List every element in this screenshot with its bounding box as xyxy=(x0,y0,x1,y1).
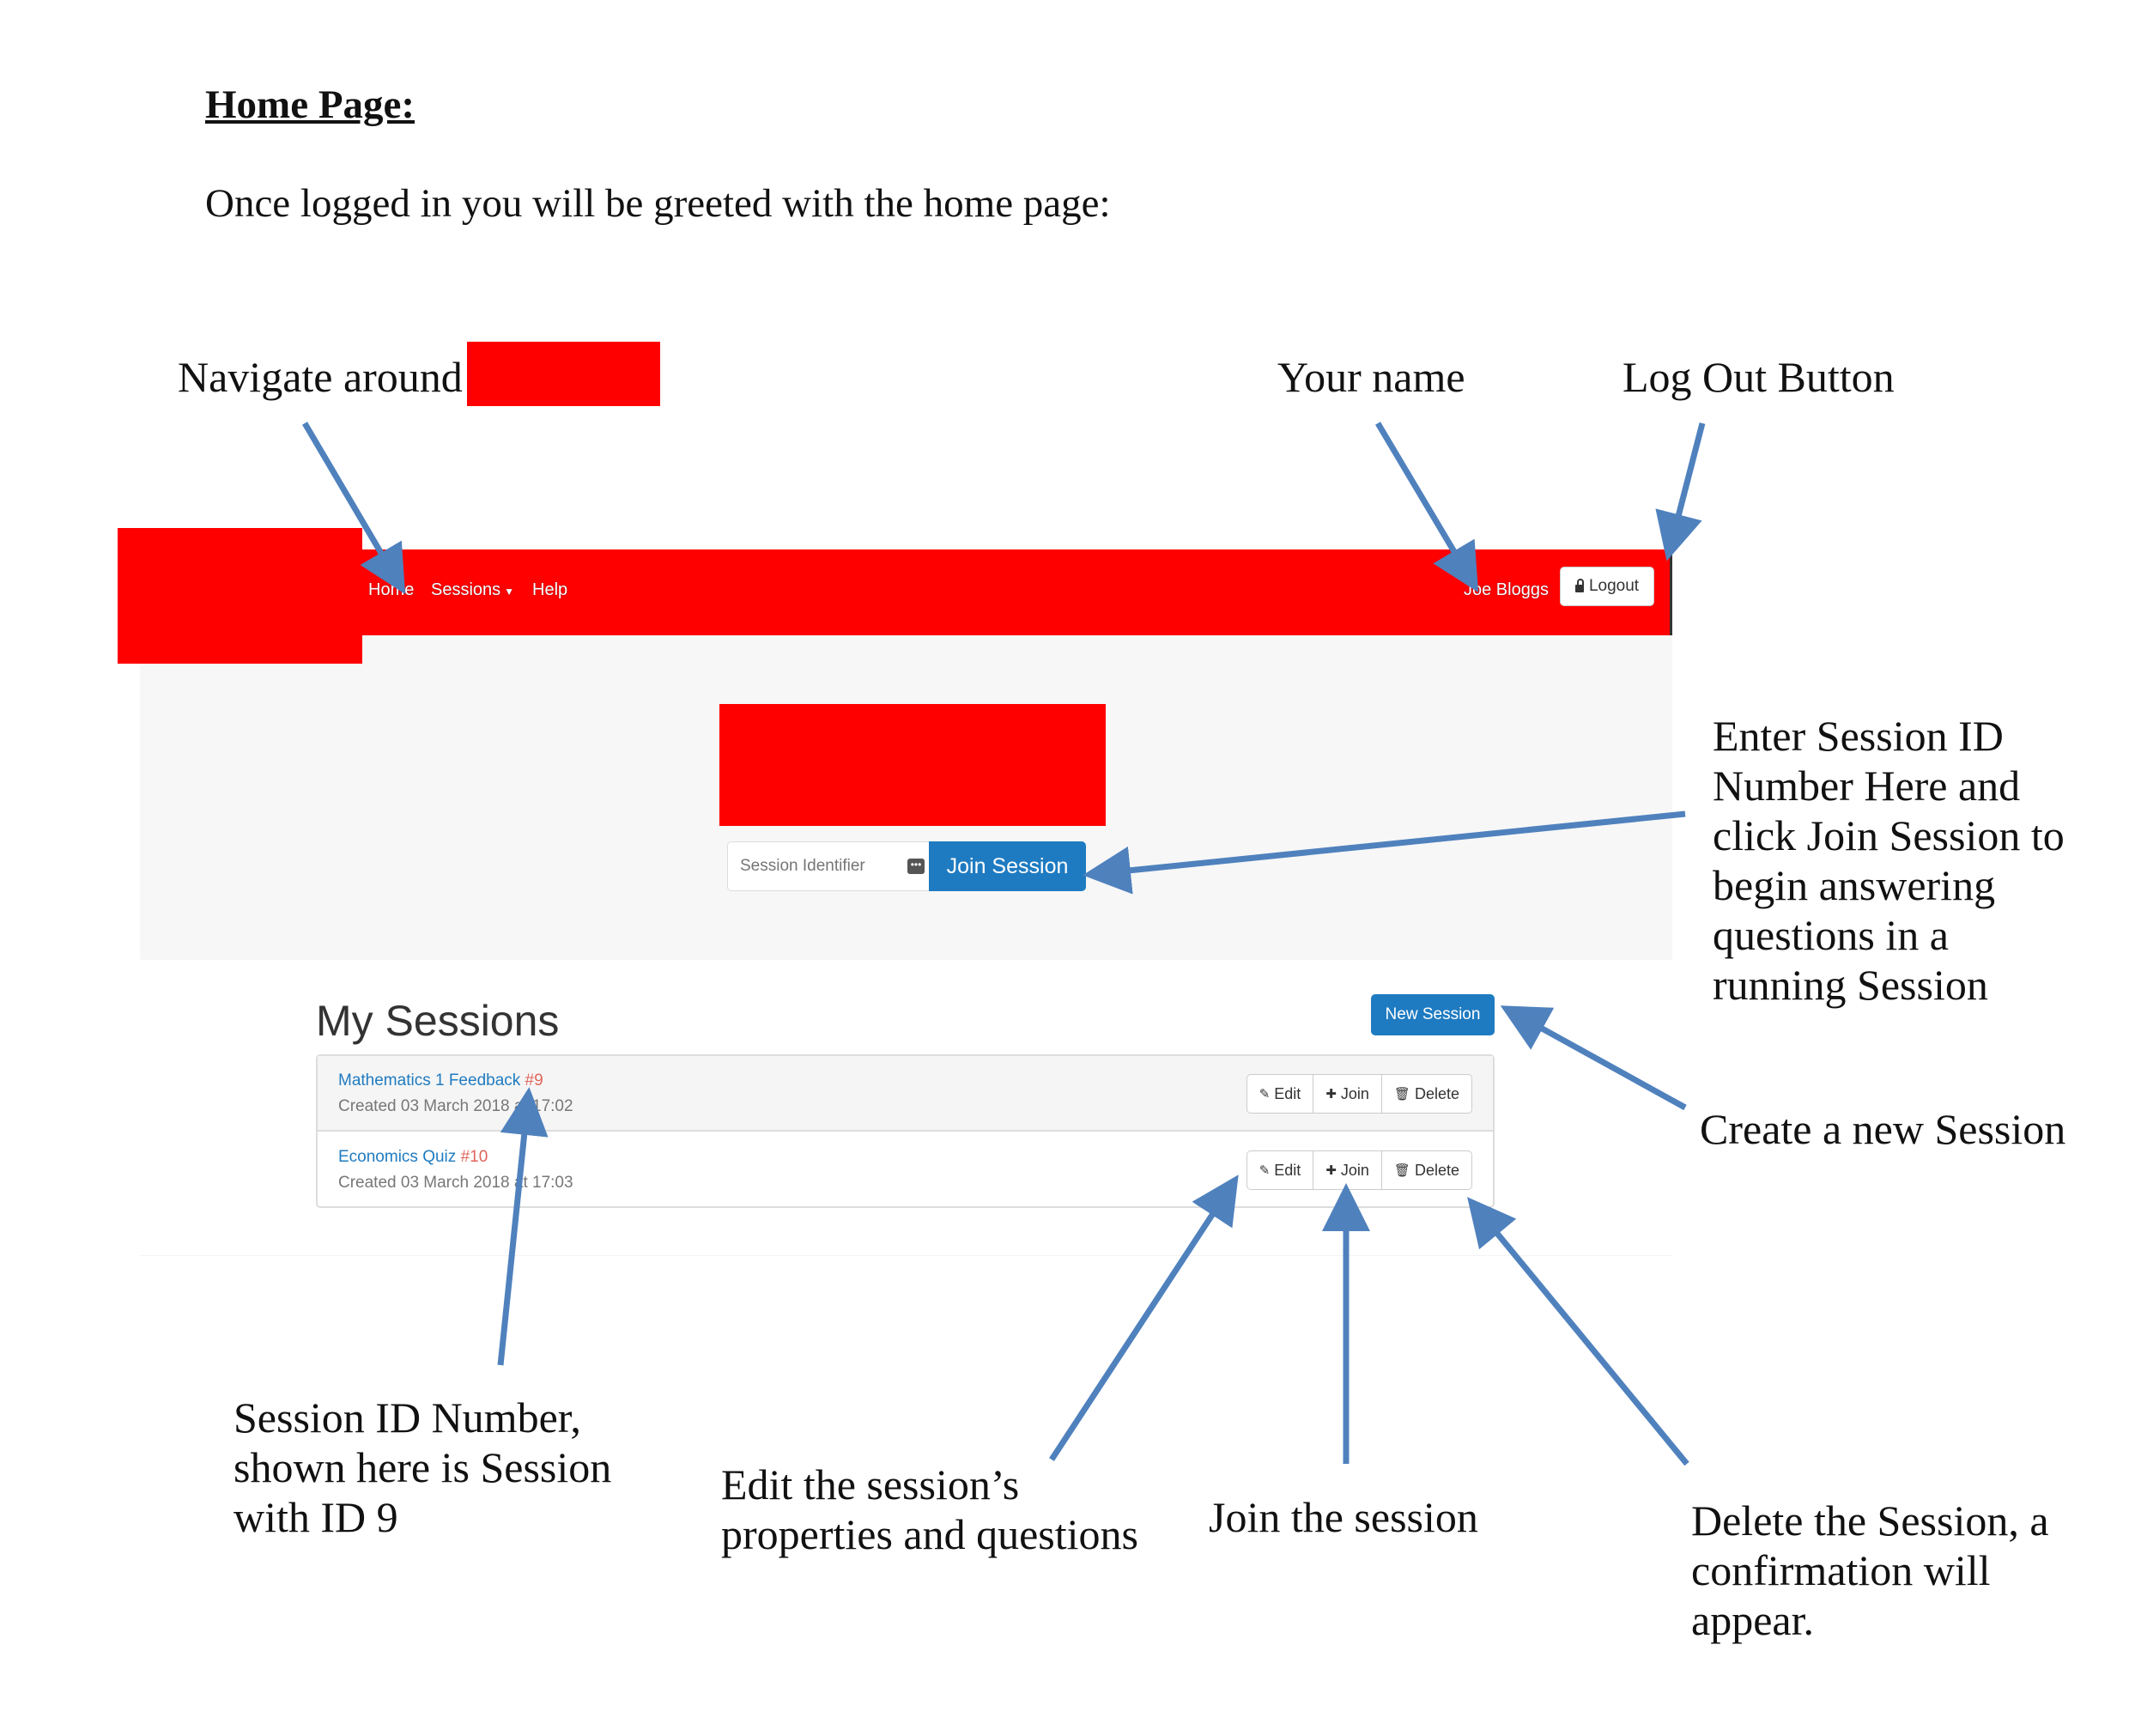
arrow-log-out xyxy=(1655,422,1706,561)
arrow-join-session xyxy=(1083,810,1686,895)
arrow-new-session xyxy=(1500,1005,1687,1111)
arrow-session-id xyxy=(497,1087,549,1366)
arrow-navigate xyxy=(301,422,406,595)
annotation-arrows xyxy=(301,422,1706,1466)
arrow-delete xyxy=(1467,1197,1689,1466)
arrow-edit xyxy=(1049,1175,1239,1461)
arrow-your-name xyxy=(1374,422,1479,593)
